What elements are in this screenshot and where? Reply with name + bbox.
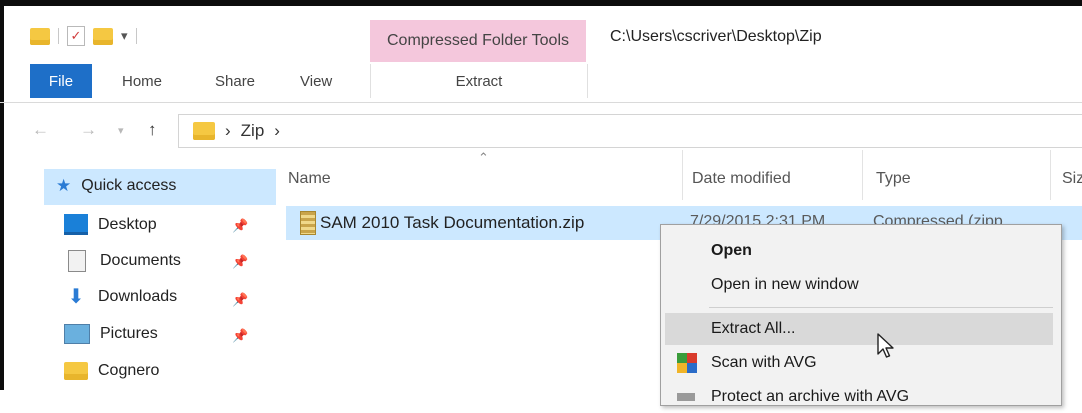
nav-item-label: Cognero [98, 362, 160, 379]
menu-item-label: Scan with AVG [711, 354, 817, 371]
compressed-folder-tools-header: Compressed Folder Tools [370, 20, 586, 62]
documents-icon [68, 250, 86, 272]
window-left-edge [0, 0, 4, 390]
avg-protect-icon [677, 393, 695, 401]
nav-item-desktop[interactable]: Desktop [64, 214, 157, 235]
window-title-path: C:\Users\cscriver\Desktop\Zip [610, 28, 822, 45]
pictures-icon [64, 324, 90, 344]
column-divider[interactable] [682, 150, 683, 200]
ribbon-divider [0, 102, 1082, 103]
pin-icon[interactable]: 📌 [232, 218, 248, 234]
address-bar[interactable]: › Zip › [178, 114, 1082, 148]
up-arrow-icon[interactable]: ↑ [148, 120, 157, 140]
breadcrumb-separator-icon: › [225, 121, 231, 140]
new-folder-icon[interactable] [93, 27, 113, 45]
quick-access-toolbar: ✓ ▾ [30, 26, 137, 46]
downloads-icon: ⬇ [67, 286, 85, 308]
nav-quick-access[interactable]: ★ Quick access [56, 176, 176, 196]
breadcrumb-separator-icon[interactable]: › [274, 121, 280, 141]
customize-toolbar-icon[interactable]: ▾ [121, 28, 128, 44]
folder-icon[interactable] [30, 27, 50, 45]
nav-item-label: Desktop [98, 215, 157, 233]
pin-icon[interactable]: 📌 [232, 328, 248, 344]
back-arrow-icon[interactable]: ← [32, 120, 49, 140]
column-header-name[interactable]: Name [288, 170, 331, 188]
menu-item-extract-all[interactable]: Extract All... [665, 313, 1053, 345]
folder-icon [193, 122, 215, 140]
zip-file-icon [300, 211, 316, 235]
menu-item-label: Open [711, 242, 752, 259]
forward-arrow-icon[interactable]: → [80, 120, 97, 140]
menu-item-label: Protect an archive with AVG [711, 388, 910, 405]
menu-item-protect-archive[interactable]: Protect an archive with AVG [661, 381, 1061, 413]
column-header-size[interactable]: Siz [1062, 170, 1082, 188]
file-name[interactable]: SAM 2010 Task Documentation.zip [320, 213, 584, 233]
nav-quick-access-label: Quick access [81, 177, 177, 194]
menu-item-label: Extract All... [711, 320, 796, 337]
properties-icon[interactable]: ✓ [67, 26, 85, 46]
folder-icon [64, 362, 88, 380]
desktop-icon [64, 214, 88, 235]
avg-icon [677, 353, 697, 373]
window-top-edge [0, 0, 1082, 6]
tab-share[interactable]: Share [215, 64, 255, 98]
nav-item-downloads[interactable]: ⬇ Downloads [64, 286, 178, 308]
breadcrumb-zip[interactable]: Zip [241, 121, 265, 141]
column-header-date[interactable]: Date modified [692, 170, 791, 188]
tab-extract[interactable]: Extract [370, 64, 588, 98]
column-divider[interactable] [1050, 150, 1051, 200]
mouse-cursor-icon [877, 333, 894, 358]
nav-item-cognero[interactable]: Cognero [64, 362, 159, 380]
ribbon-tabs: File Home Share View Extract [0, 64, 1082, 98]
menu-item-label: Open in new window [711, 276, 859, 293]
pin-icon[interactable]: 📌 [232, 292, 248, 308]
toolbar-separator [58, 28, 59, 44]
tab-file[interactable]: File [30, 64, 92, 98]
nav-item-label: Documents [100, 252, 181, 269]
menu-separator [709, 307, 1053, 308]
nav-item-label: Pictures [100, 325, 158, 342]
context-menu: Open Open in new window Extract All... S… [660, 224, 1062, 406]
menu-item-open-new-window[interactable]: Open in new window [661, 269, 1061, 301]
pin-icon[interactable]: 📌 [232, 254, 248, 270]
address-row: ← → ▾ ↑ › Zip › [0, 110, 1082, 150]
column-header-type[interactable]: Type [876, 170, 911, 188]
nav-item-pictures[interactable]: Pictures [64, 324, 158, 344]
recent-locations-icon[interactable]: ▾ [118, 124, 124, 137]
star-icon: ★ [56, 176, 72, 195]
toolbar-separator [135, 28, 137, 44]
menu-item-open[interactable]: Open [661, 235, 1061, 267]
nav-item-label: Downloads [98, 288, 178, 305]
nav-item-documents[interactable]: Documents [64, 250, 181, 272]
tab-view[interactable]: View [300, 64, 332, 98]
menu-item-scan-avg[interactable]: Scan with AVG [661, 347, 1061, 379]
column-divider[interactable] [862, 150, 863, 200]
tab-home[interactable]: Home [122, 64, 162, 98]
sort-caret-icon: ⌃ [478, 150, 489, 165]
